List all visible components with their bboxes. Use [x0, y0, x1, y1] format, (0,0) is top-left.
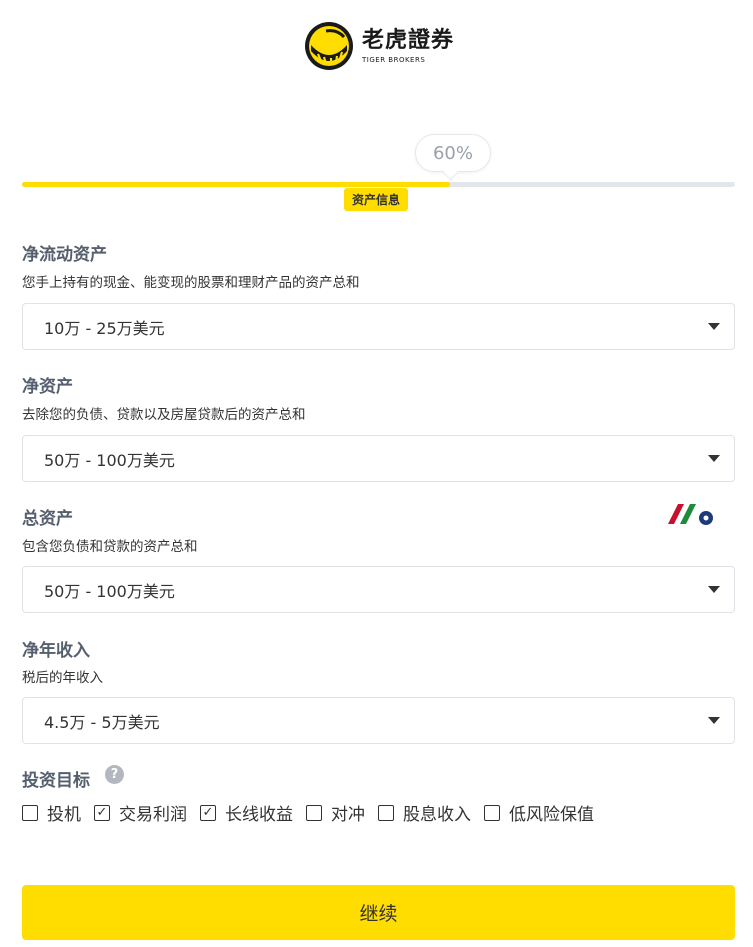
question-circle-icon[interactable]: ? [105, 765, 124, 784]
goal-label: 投机 [47, 805, 81, 825]
goal-option-dividend-income[interactable]: 股息收入 [378, 800, 471, 825]
brand-name-cn: 老虎證券 [362, 28, 455, 53]
caret-down-icon [708, 323, 720, 330]
goal-option-speculation[interactable]: 投机 [22, 800, 81, 825]
progress-bar [22, 182, 735, 187]
goal-option-trading-profit[interactable]: ✓ 交易利润 [94, 800, 187, 825]
select-value: 10万 - 25万美元 [44, 318, 165, 338]
net-assets-select[interactable]: 50万 - 100万美元 [22, 435, 735, 482]
select-value: 50万 - 100万美元 [44, 581, 175, 601]
field-title-net-annual-income: 净年收入 [22, 641, 90, 661]
select-value: 4.5万 - 5万美元 [44, 712, 160, 732]
goal-label: 长线收益 [225, 805, 293, 825]
checkbox[interactable]: ✓ [94, 804, 110, 821]
field-desc-net-liquid-assets: 您手上持有的现金、能变现的股票和理财产品的资产总和 [22, 275, 360, 291]
goal-label: 股息收入 [403, 805, 471, 825]
checkbox[interactable] [378, 804, 394, 821]
field-title-net-liquid-assets: 净流动资产 [22, 245, 107, 265]
goal-label: 对冲 [331, 805, 365, 825]
total-assets-select[interactable]: 50万 - 100万美元 [22, 566, 735, 613]
checkbox[interactable]: ✓ [200, 804, 216, 821]
goal-option-long-term-return[interactable]: ✓ 长线收益 [200, 800, 293, 825]
caret-down-icon [708, 455, 720, 462]
field-desc-total-assets: 包含您负债和贷款的资产总和 [22, 539, 198, 555]
checkbox[interactable] [306, 804, 322, 821]
watermark-logo-icon [668, 504, 713, 525]
checkbox[interactable] [484, 804, 500, 821]
caret-down-icon [708, 717, 720, 724]
brand-logo: 老虎證券 TIGER BROKERS [304, 21, 454, 71]
goal-label: 低风险保值 [509, 805, 594, 825]
progress-percent-bubble: 60% [415, 134, 491, 172]
goal-option-low-risk-preservation[interactable]: 低风险保值 [484, 800, 594, 825]
investment-goals-options: 投机 ✓ 交易利润 ✓ 长线收益 对冲 股息收入 低风险保值 [22, 800, 607, 825]
field-title-total-assets: 总资产 [22, 509, 73, 529]
field-desc-net-annual-income: 税后的年收入 [22, 670, 103, 686]
tiger-stripe-logo-icon [305, 22, 353, 70]
step-badge: 资产信息 [344, 188, 409, 211]
field-desc-net-assets: 去除您的负债、贷款以及房屋贷款后的资产总和 [22, 407, 306, 423]
checkbox[interactable] [22, 804, 38, 821]
net-liquid-assets-select[interactable]: 10万 - 25万美元 [22, 303, 735, 350]
select-value: 50万 - 100万美元 [44, 450, 175, 470]
progress-bar-fill [22, 182, 450, 187]
net-annual-income-select[interactable]: 4.5万 - 5万美元 [22, 697, 735, 744]
caret-down-icon [708, 586, 720, 593]
investment-goals-title: 投资目标 [22, 771, 90, 791]
field-title-net-assets: 净资产 [22, 377, 73, 397]
goal-option-hedging[interactable]: 对冲 [306, 800, 365, 825]
brand-name-en: TIGER BROKERS [362, 56, 426, 64]
continue-button[interactable]: 继续 [22, 885, 735, 940]
goal-label: 交易利润 [119, 805, 187, 825]
